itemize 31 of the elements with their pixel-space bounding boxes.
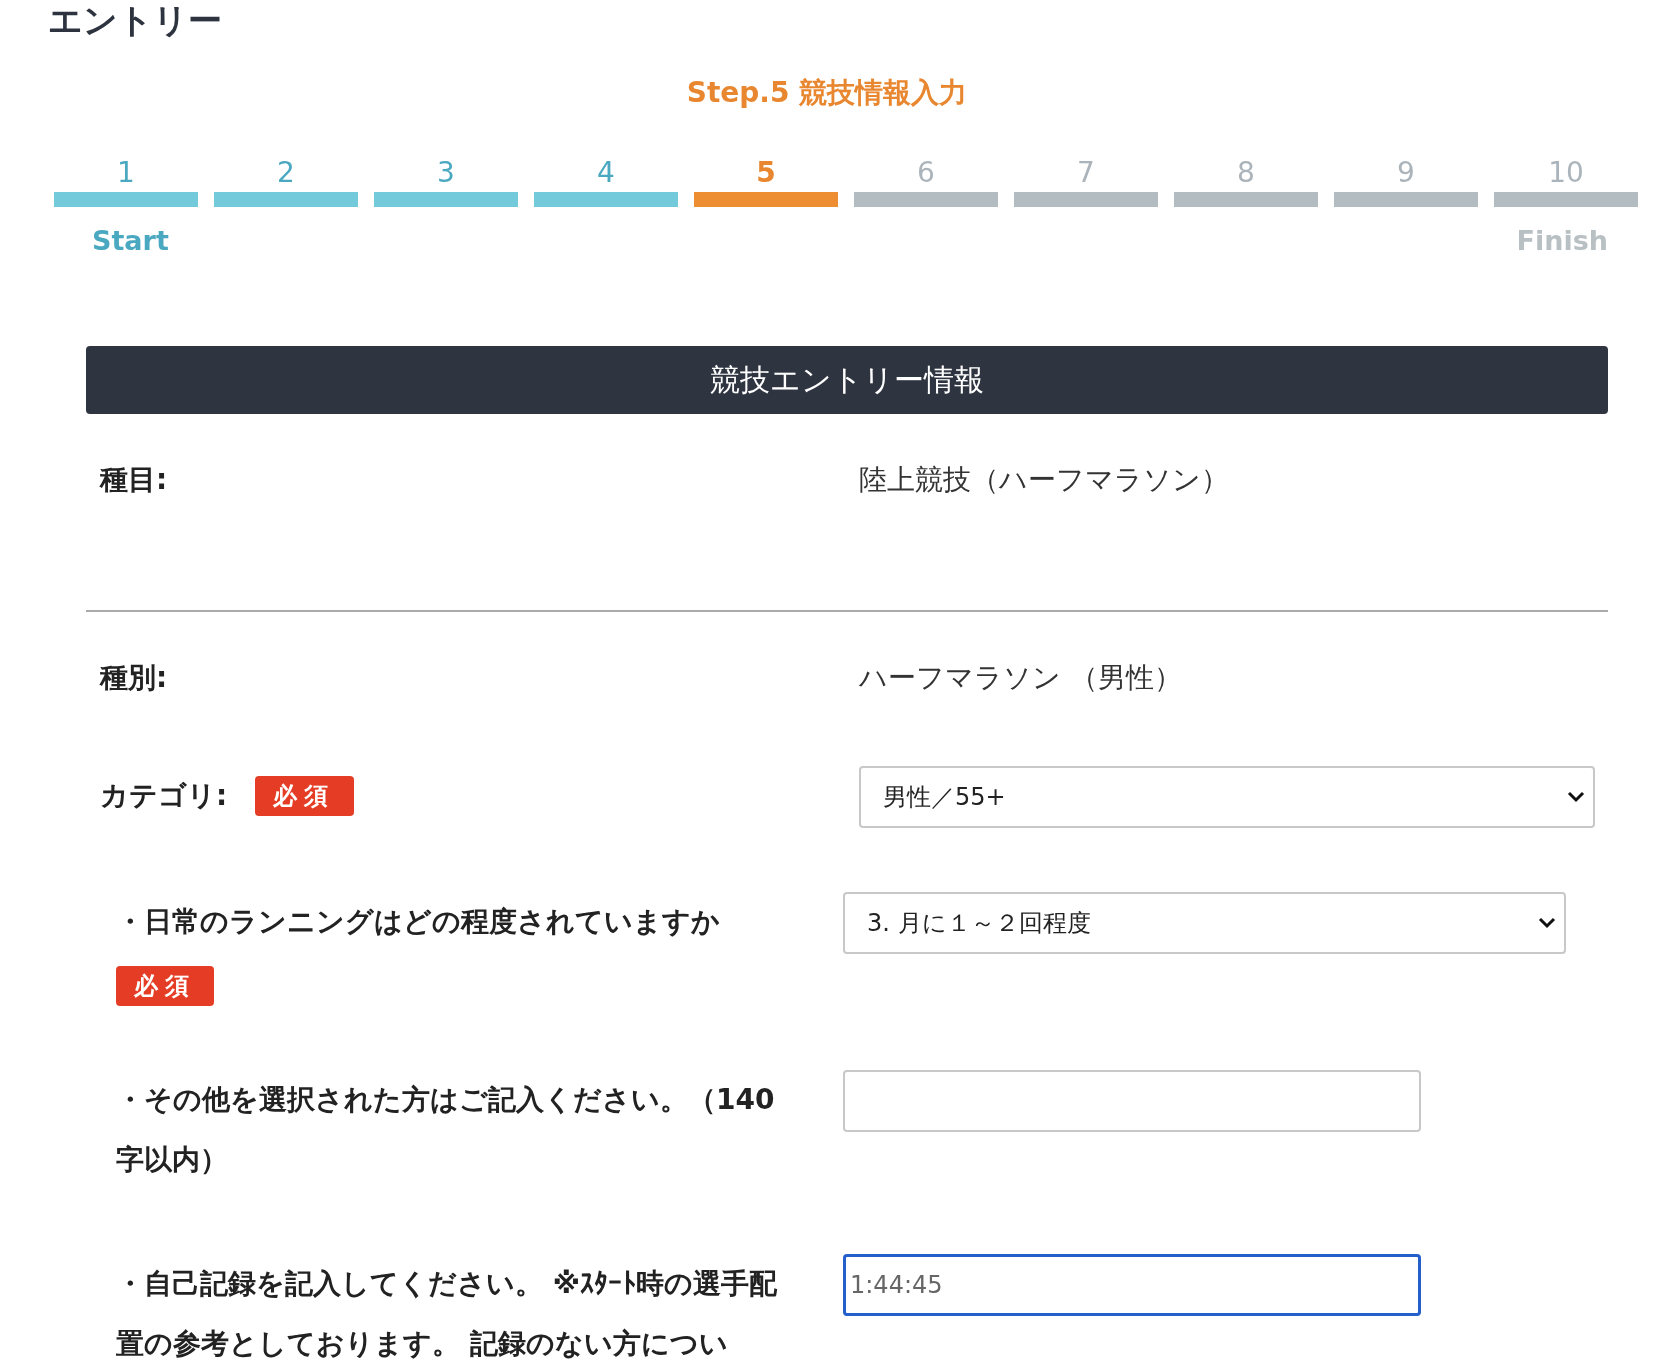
step-number: 3 <box>437 156 455 190</box>
step-number: 10 <box>1548 156 1584 190</box>
step-number: 9 <box>1397 156 1415 190</box>
field-label: ・自己記録を記入してください。 ※ｽﾀｰﾄ時の選手配置の参考としております。 記録のない方につい <box>116 1266 778 1362</box>
start-label: Start <box>92 225 169 256</box>
field-value: ハーフマラソン （男性） <box>859 661 1182 694</box>
step-number: 7 <box>1077 156 1095 190</box>
step-number: 6 <box>917 156 935 190</box>
input-field[interactable]: 1:44:45 <box>843 1254 1421 1316</box>
field-label: 種別: <box>100 660 168 696</box>
step-number: 4 <box>597 156 615 190</box>
field-label: ・日常のランニングはどの程度されていますか <box>116 904 720 940</box>
chevron-icon <box>1567 791 1585 803</box>
field-label: カテゴリ: <box>100 778 228 814</box>
step-heading: Step.5 競技情報入力 <box>685 75 969 111</box>
step-number: 1 <box>117 156 135 190</box>
section-header: 競技エントリー情報 <box>86 346 1608 414</box>
input-field[interactable] <box>843 1070 1421 1132</box>
field-value: 陸上競技（ハーフマラソン） <box>859 463 1229 496</box>
page-title: エントリー <box>47 0 223 40</box>
finish-label: Finish <box>1516 225 1608 256</box>
field-label: ・その他を選択された方はご記入ください。（140字以内） <box>116 1082 776 1178</box>
chevron-icon <box>1538 917 1556 929</box>
dropdown[interactable]: 3. 月に１～２回程度 <box>843 892 1566 954</box>
step-number: 2 <box>277 156 295 190</box>
required-badge: 必須 <box>255 776 354 816</box>
step-number: 8 <box>1237 156 1255 190</box>
step-number: 5 <box>756 156 776 190</box>
required-badge: 必須 <box>116 966 215 1006</box>
field-label: 種目: <box>100 462 168 498</box>
dropdown[interactable]: 男性／55+ <box>859 766 1595 828</box>
